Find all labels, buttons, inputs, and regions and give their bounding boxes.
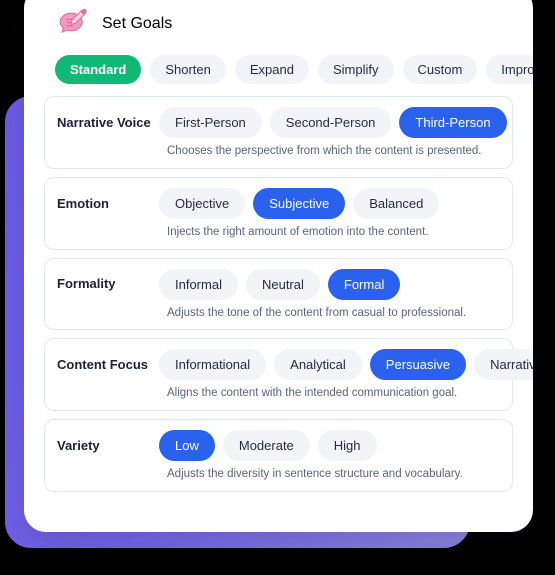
mode-tab-simplify[interactable]: Simplify [317,55,394,84]
mode-tab-bar[interactable]: Standard Shorten Expand Simplify Custom Impro… [44,40,533,86]
set-goals-panel: Set Goals Standard Shorten Expand Simplify C… [24,0,533,532]
mode-tab-custom[interactable]: Custom [402,55,478,84]
option-pill-neutral[interactable]: Neutral [245,268,320,300]
option-group: Objective Subjective Balanced [159,187,440,219]
panel-header: Set Goals [44,0,513,40]
option-pill-moderate[interactable]: Moderate [222,430,310,462]
setting-description: Adjusts the diversity in sentence struct… [167,468,463,481]
setting-row-controls: Formality Informal Neutral Formal [57,268,500,300]
mode-tab-standard[interactable]: Standard [55,55,142,84]
option-pill-objective[interactable]: Objective [159,187,246,219]
option-pill-third-person[interactable]: Third-Person [399,107,507,138]
option-pill-low[interactable]: Low [159,430,215,462]
option-pill-subjective[interactable]: Subjective [253,187,346,219]
setting-description: Aligns the content with the intended com… [167,387,458,400]
chat-bubble-pencil-icon [59,8,87,34]
setting-label: Content Focus [57,357,148,373]
option-pill-first-person[interactable]: First-Person [159,107,262,138]
option-pill-balanced[interactable]: Balanced [353,187,440,219]
setting-description: Chooses the perspective from which the c… [167,145,482,157]
option-group: Informational Analytical Persuasive Narrati… [159,349,533,381]
option-pill-second-person[interactable]: Second-Person [269,107,392,138]
setting-row: Formality Informal Neutral Formal Adjusts th… [44,257,513,331]
option-pill-high[interactable]: High [317,430,377,462]
setting-label: Variety [57,437,100,453]
mode-tab-expand[interactable]: Expand [234,55,309,84]
setting-description: Injects the right amount of emotion into… [167,225,429,238]
option-pill-formal[interactable]: Formal [327,268,401,300]
option-pill-analytical[interactable]: Analytical [274,349,362,381]
option-pill-informational[interactable]: Informational [159,349,267,381]
setting-label: Emotion [57,195,109,211]
setting-row-controls: Variety Low Moderate High [57,430,500,462]
mode-tab-improve-writing[interactable]: Improve Writing [486,55,533,84]
setting-row: Emotion Objective Subjective Balanced Inject… [44,176,513,250]
setting-row: Variety Low Moderate High Adjusts the divers… [44,419,513,492]
option-group: Informal Neutral Formal [159,268,401,300]
setting-row: Content Focus Informational Analytical Pers… [44,338,533,412]
setting-label: Narrative Voice [57,114,151,130]
goal-settings-list: Narrative Voice First-Person Second-Person… [44,86,533,492]
option-group: First-Person Second-Person Third-Person [159,107,507,138]
setting-row-controls: Content Focus Informational Analytical Pers… [57,349,533,381]
option-group: Low Moderate High [159,430,377,462]
option-pill-narrative[interactable]: Narrative [474,349,533,381]
setting-row-controls: Narrative Voice First-Person Second-Person… [57,107,507,138]
setting-row-controls: Emotion Objective Subjective Balanced [57,187,500,219]
setting-label: Formality [57,276,116,292]
mode-tab-shorten[interactable]: Shorten [150,55,226,84]
page-title: Set Goals [102,15,173,32]
setting-description: Adjusts the tone of the content from cas… [167,306,467,319]
setting-row: Narrative Voice First-Person Second-Person… [44,96,513,169]
option-pill-persuasive[interactable]: Persuasive [369,349,467,381]
option-pill-informal[interactable]: Informal [159,268,238,300]
